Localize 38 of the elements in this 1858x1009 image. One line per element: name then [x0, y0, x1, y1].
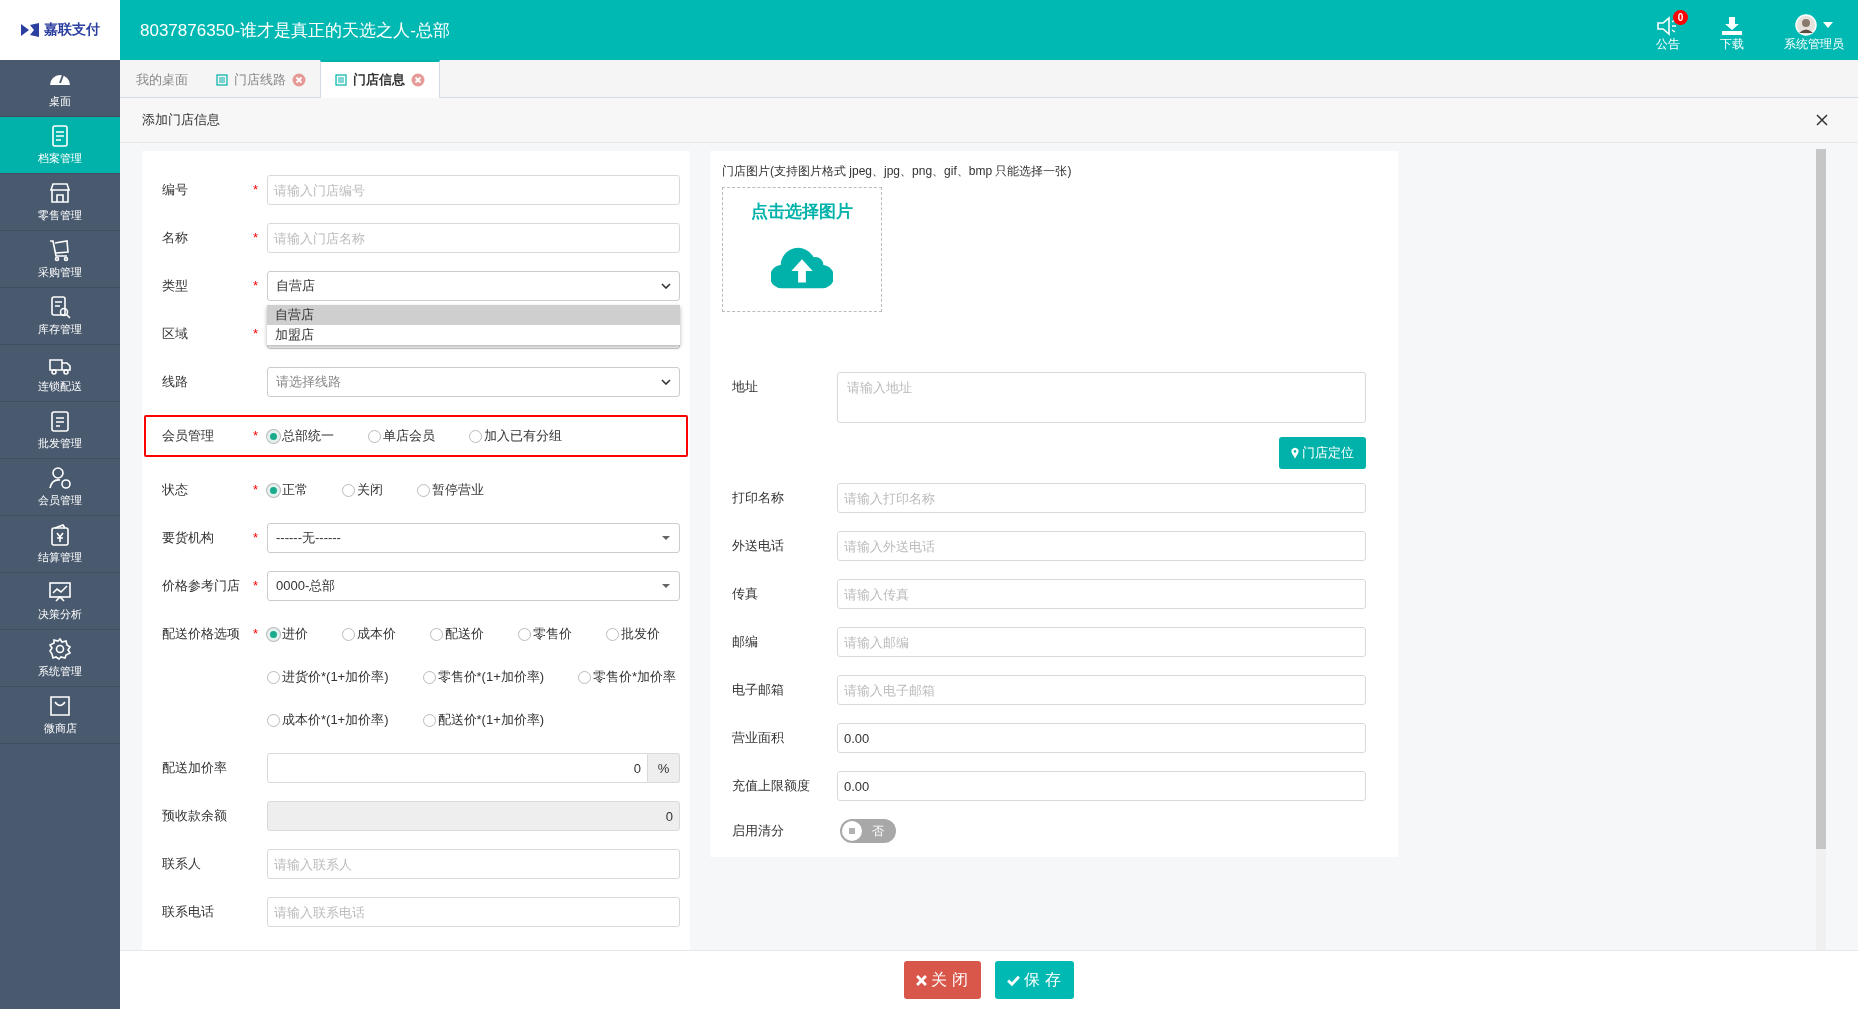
field-label: 类型	[162, 277, 189, 295]
required-mark: *	[253, 278, 259, 293]
field-label: 电子邮箱	[732, 681, 785, 699]
page-title: 8037876350-谁才是真正的天选之人-总部	[140, 19, 451, 42]
field-label: 会员管理	[162, 427, 215, 445]
field-label: 名称	[162, 229, 189, 247]
field-label: 联系人	[162, 855, 202, 873]
field-label: 传真	[732, 585, 759, 603]
required-mark: *	[253, 482, 259, 497]
field-label: 线路	[162, 373, 189, 391]
field-label: 邮编	[732, 633, 759, 651]
field-label: 启用清分	[732, 822, 785, 840]
required-mark: *	[253, 626, 259, 641]
required-mark: *	[253, 428, 259, 443]
field-label: 配送价格选项	[162, 625, 241, 643]
field-label: 地址	[732, 378, 759, 396]
field-label: 联系电话	[162, 903, 215, 921]
field-label: 打印名称	[732, 489, 785, 507]
field-label: 要货机构	[162, 529, 215, 547]
field-label: 营业面积	[732, 729, 785, 747]
field-label: 配送加价率	[162, 759, 228, 777]
dialog-title: 添加门店信息	[142, 111, 220, 129]
required-mark: *	[253, 326, 259, 341]
field-label: 外送电话	[732, 537, 785, 555]
field-label: 预收款余额	[162, 807, 228, 825]
field-label: 编号	[162, 181, 189, 199]
unit-label: %	[648, 753, 680, 783]
logo-text: 嘉联支付	[44, 21, 100, 39]
notice-badge: 0	[1673, 9, 1688, 25]
field-label: 状态	[162, 481, 189, 499]
required-mark: *	[253, 578, 259, 593]
field-label: 价格参考门店	[162, 577, 241, 595]
field-label: 充值上限额度	[732, 777, 811, 795]
required-mark: *	[253, 182, 259, 197]
required-mark: *	[253, 530, 259, 545]
field-label: 区域	[162, 325, 189, 343]
required-mark: *	[253, 230, 259, 245]
upload-hint: 门店图片(支持图片格式 jpeg、jpg、png、gif、bmp 只能选择一张)	[722, 163, 1073, 180]
